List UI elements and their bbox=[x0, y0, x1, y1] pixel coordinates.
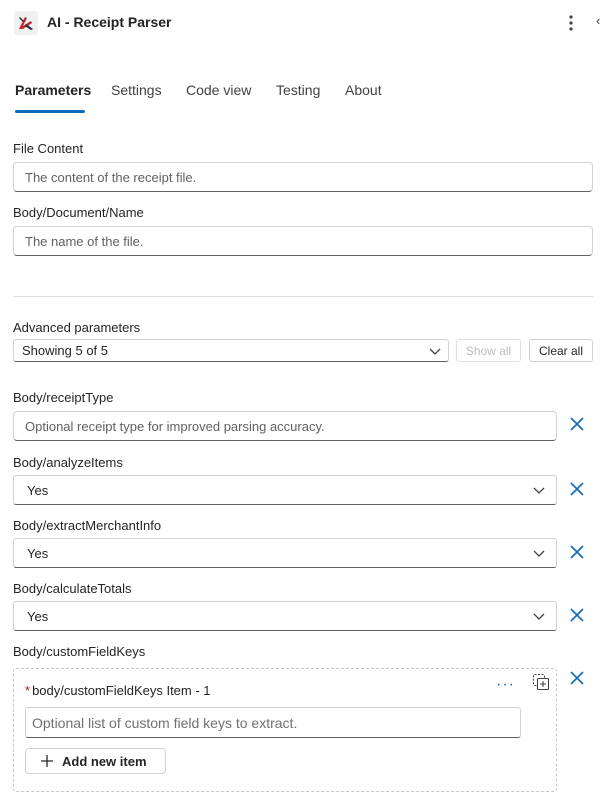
switch-to-array-input-button[interactable] bbox=[532, 673, 550, 691]
extract-merchant-info-value: Yes bbox=[27, 545, 49, 561]
remove-custom-field-keys-button[interactable] bbox=[568, 669, 586, 687]
clear-all-button[interactable]: Clear all bbox=[529, 339, 593, 362]
custom-field-keys-label: Body/customFieldKeys bbox=[13, 644, 146, 659]
analyze-items-dropdown[interactable]: Yes bbox=[13, 475, 557, 505]
array-item-label: * body/customFieldKeys Item - 1 bbox=[25, 683, 211, 698]
custom-field-key-input[interactable]: Optional list of custom field keys to ex… bbox=[25, 707, 521, 738]
item-more-options-button[interactable]: ··· bbox=[496, 676, 515, 694]
tab-about[interactable]: About bbox=[345, 82, 382, 98]
calculate-totals-value: Yes bbox=[27, 608, 49, 624]
receipt-type-input[interactable]: Optional receipt type for improved parsi… bbox=[13, 411, 557, 441]
tab-testing[interactable]: Testing bbox=[276, 82, 320, 98]
required-marker: * bbox=[25, 683, 31, 698]
chevron-down-icon bbox=[533, 550, 545, 557]
panel-title: AI - Receipt Parser bbox=[47, 14, 172, 30]
document-name-label: Body/Document/Name bbox=[13, 205, 144, 220]
tab-settings[interactable]: Settings bbox=[111, 82, 162, 98]
remove-extract-merchant-info-button[interactable] bbox=[568, 543, 586, 561]
tab-parameters[interactable]: Parameters bbox=[15, 82, 91, 98]
close-icon bbox=[570, 545, 584, 559]
chevron-down-icon bbox=[533, 613, 545, 620]
plus-icon bbox=[40, 754, 54, 768]
receipt-type-label: Body/receiptType bbox=[13, 390, 114, 405]
connector-logo-icon bbox=[14, 11, 38, 35]
more-options-button[interactable] bbox=[562, 12, 580, 34]
analyze-items-value: Yes bbox=[27, 482, 49, 498]
panel-header: AI - Receipt Parser ‹ bbox=[0, 0, 605, 46]
chevron-down-icon bbox=[533, 487, 545, 494]
vertical-ellipsis-icon bbox=[569, 15, 573, 31]
show-all-button[interactable]: Show all bbox=[456, 339, 521, 362]
section-divider bbox=[13, 296, 593, 297]
advanced-parameters-label: Advanced parameters bbox=[13, 320, 141, 335]
add-new-item-label: Add new item bbox=[62, 753, 147, 769]
file-content-input[interactable]: The content of the receipt file. bbox=[13, 162, 593, 192]
tab-code-view[interactable]: Code view bbox=[186, 82, 251, 98]
calculate-totals-dropdown[interactable]: Yes bbox=[13, 601, 557, 631]
close-icon bbox=[570, 417, 584, 431]
add-new-item-button[interactable]: Add new item bbox=[25, 748, 166, 774]
extract-merchant-info-dropdown[interactable]: Yes bbox=[13, 538, 557, 568]
remove-analyze-items-button[interactable] bbox=[568, 480, 586, 498]
chevron-down-icon bbox=[429, 348, 441, 355]
advanced-parameters-value: Showing 5 of 5 bbox=[22, 343, 109, 358]
collapse-panel-button[interactable]: ‹ bbox=[596, 13, 605, 33]
close-icon bbox=[570, 671, 584, 685]
calculate-totals-label: Body/calculateTotals bbox=[13, 581, 132, 596]
remove-calculate-totals-button[interactable] bbox=[568, 606, 586, 624]
array-item-title: body/customFieldKeys Item - 1 bbox=[32, 683, 211, 698]
document-name-input[interactable]: The name of the file. bbox=[13, 226, 593, 256]
remove-receipt-type-button[interactable] bbox=[568, 415, 586, 433]
active-tab-indicator bbox=[15, 110, 85, 113]
extract-merchant-info-label: Body/extractMerchantInfo bbox=[13, 518, 162, 533]
close-icon bbox=[570, 608, 584, 622]
advanced-parameters-dropdown[interactable]: Showing 5 of 5 bbox=[13, 339, 449, 362]
file-content-label: File Content bbox=[13, 141, 84, 156]
array-toggle-icon bbox=[532, 673, 550, 691]
analyze-items-label: Body/analyzeItems bbox=[13, 455, 123, 470]
custom-field-keys-array: * body/customFieldKeys Item - 1 ··· Optio… bbox=[13, 668, 557, 792]
close-icon bbox=[570, 482, 584, 496]
